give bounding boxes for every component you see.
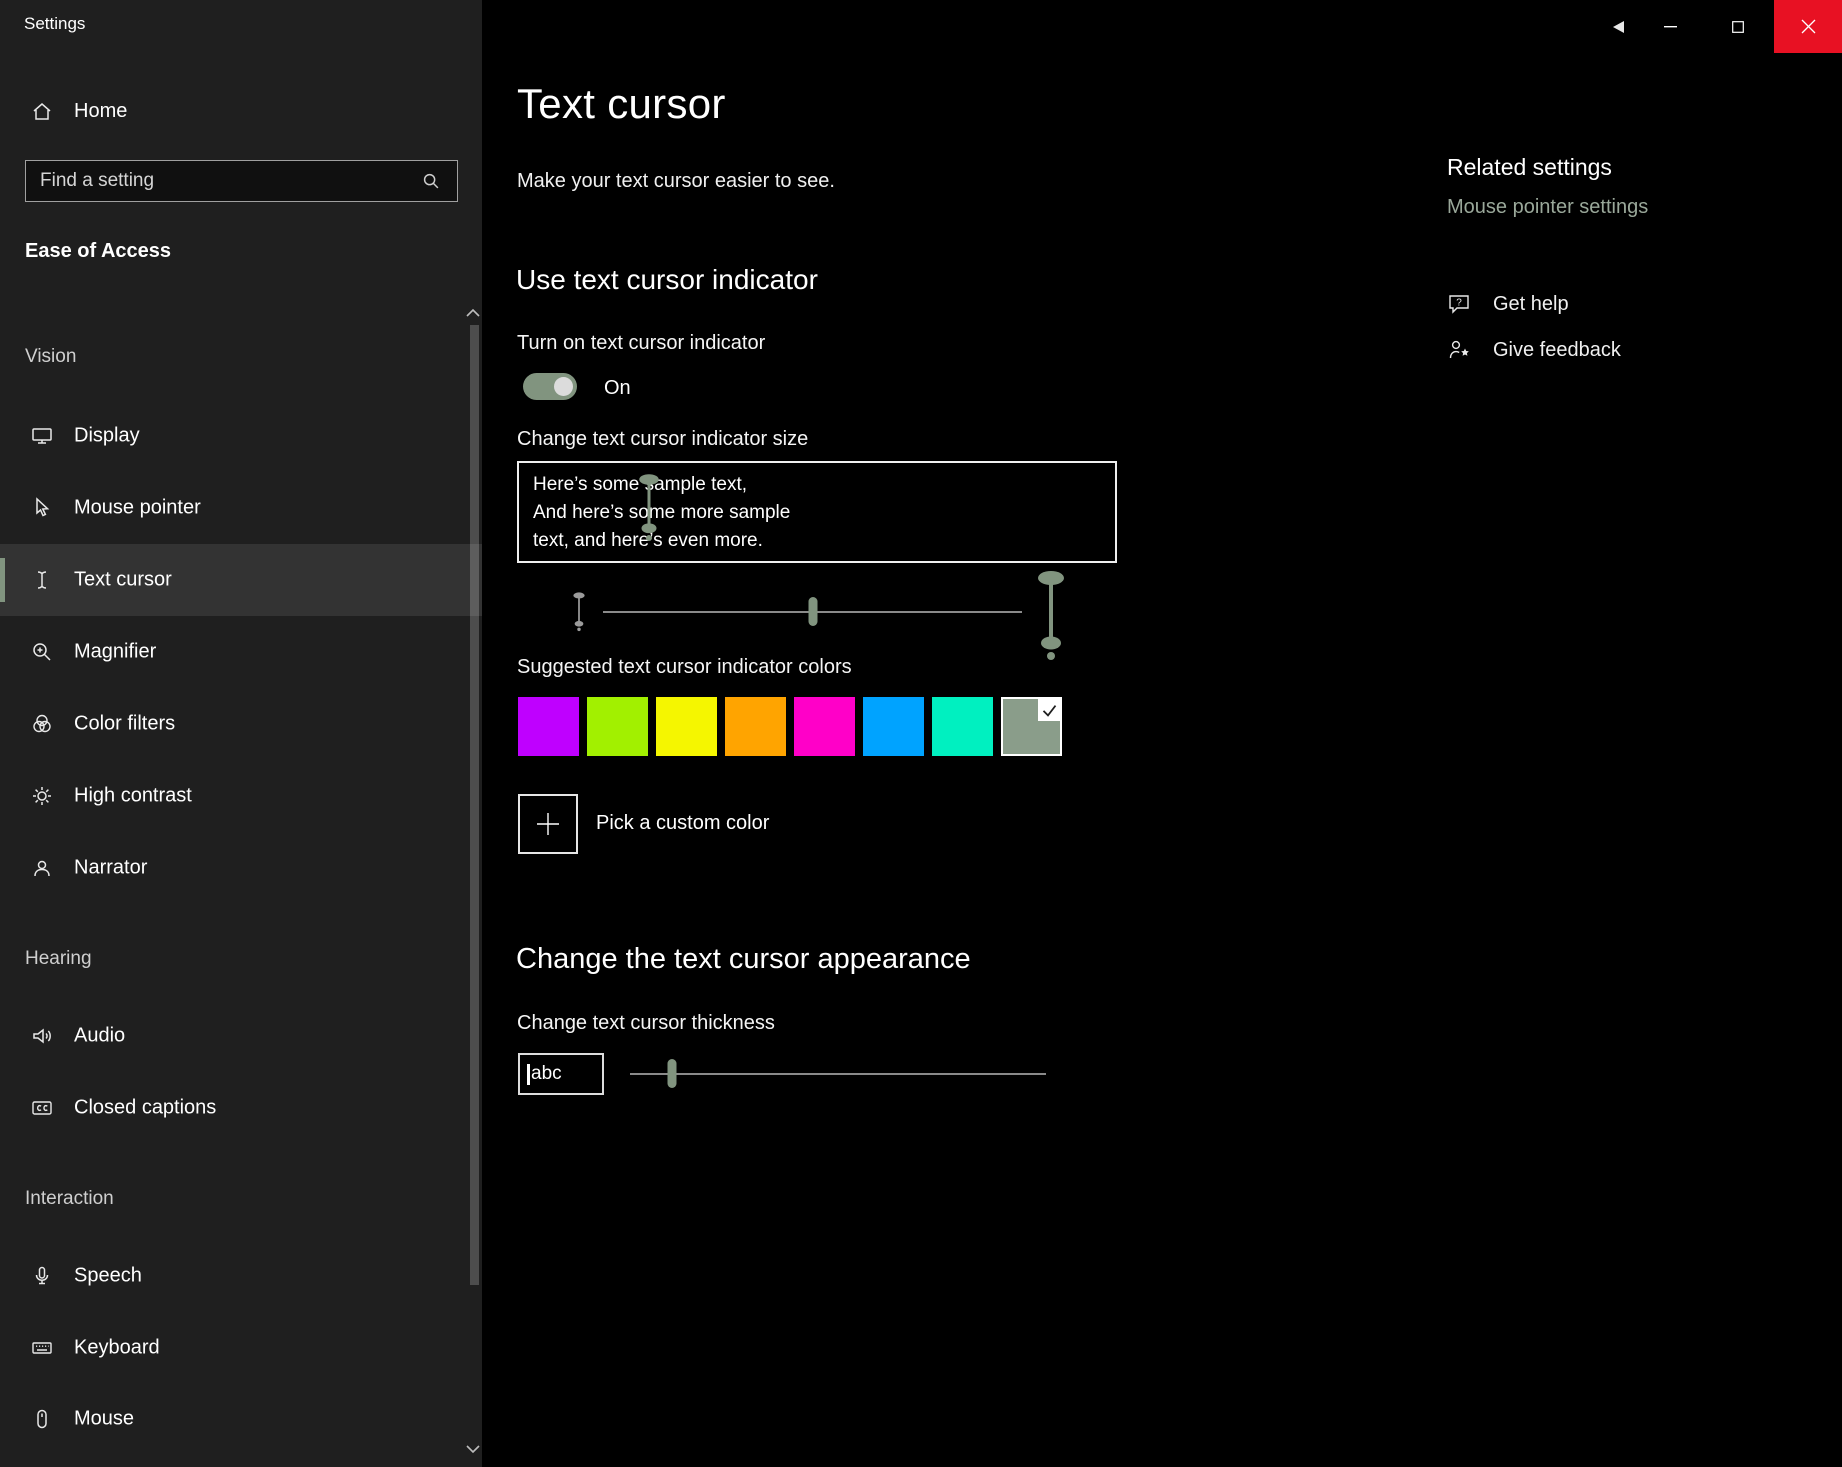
page-title: Text cursor — [517, 80, 726, 127]
pick-custom-color-label: Pick a custom color — [596, 812, 770, 834]
sidebar-item-text-cursor[interactable]: Text cursor — [0, 544, 482, 616]
back-arrow-icon[interactable] — [1594, 0, 1642, 53]
thickness-label: Change text cursor thickness — [517, 1012, 775, 1034]
pick-custom-color-button[interactable] — [518, 794, 578, 854]
thickness-slider[interactable] — [630, 1058, 1046, 1090]
display-icon — [30, 424, 54, 448]
mouse-pointer-icon — [30, 496, 54, 520]
sidebar-item-label: Color filters — [74, 712, 176, 735]
slider-thumb[interactable] — [667, 1059, 677, 1088]
sample-text-preview: Here’s some sample text, And here’s some… — [517, 461, 1117, 563]
closed-captions-icon — [30, 1096, 54, 1120]
sidebar-item-label: Narrator — [74, 856, 148, 879]
sidebar-item-speech[interactable]: Speech — [0, 1240, 482, 1312]
home-icon — [30, 100, 54, 124]
suggested-colors-label: Suggested text cursor indicator colors — [517, 656, 852, 678]
give-feedback-link[interactable]: Give feedback — [1447, 336, 1621, 364]
sidebar-item-closed-captions[interactable]: Closed captions — [0, 1072, 482, 1144]
search-icon[interactable] — [420, 170, 442, 192]
sidebar-item-keyboard[interactable]: Keyboard — [0, 1312, 482, 1384]
maximize-button[interactable] — [1714, 0, 1762, 53]
sidebar-item-label: Text cursor — [74, 568, 172, 591]
sample-line-3: text, and here’s even more. — [533, 530, 763, 551]
size-label: Change text cursor indicator size — [517, 428, 809, 450]
search-input[interactable] — [25, 160, 458, 202]
thickness-preview: abc — [518, 1053, 604, 1095]
color-swatch-yellow[interactable] — [656, 697, 717, 756]
slider-thumb[interactable] — [808, 597, 817, 626]
sidebar: Settings Home Ease of Access Vision Disp… — [0, 0, 482, 1467]
sidebar-item-narrator[interactable]: Narrator — [0, 832, 482, 904]
sidebar-item-label: Keyboard — [74, 1336, 160, 1359]
sidebar-item-magnifier[interactable]: Magnifier — [0, 616, 482, 688]
slider-track[interactable] — [630, 1073, 1046, 1075]
sidebar-item-audio[interactable]: Audio — [0, 1000, 482, 1072]
selected-indicator — [0, 558, 5, 602]
toggle-state-label: On — [604, 377, 631, 399]
sample-line-2: And here’s some more sample — [533, 502, 791, 523]
get-help-label: Get help — [1493, 292, 1569, 315]
color-swatch-purple[interactable] — [518, 697, 579, 756]
indicator-size-slider[interactable] — [603, 596, 1022, 628]
get-help-link[interactable]: ? Get help — [1447, 290, 1569, 318]
sidebar-item-mouse-pointer[interactable]: Mouse pointer — [0, 472, 482, 544]
minimize-button[interactable] — [1646, 0, 1694, 53]
sidebar-item-label: Audio — [74, 1024, 126, 1047]
mouse-pointer-settings-link[interactable]: Mouse pointer settings — [1447, 196, 1648, 219]
app-title: Settings — [24, 14, 86, 33]
sidebar-section-title: Ease of Access — [25, 240, 172, 262]
keyboard-icon — [30, 1336, 54, 1360]
high-contrast-icon — [30, 784, 54, 808]
sidebar-item-home[interactable]: Home — [0, 90, 482, 134]
page-subtitle: Make your text cursor easier to see. — [517, 170, 835, 192]
close-button[interactable] — [1774, 0, 1842, 53]
sidebar-item-label: Home — [74, 100, 128, 122]
sidebar-group-interaction: Interaction — [25, 1188, 114, 1209]
get-help-icon: ? — [1447, 291, 1473, 317]
sidebar-item-label: Closed captions — [74, 1096, 217, 1119]
appearance-section-heading: Change the text cursor appearance — [516, 943, 971, 975]
color-swatch-magenta[interactable] — [794, 697, 855, 756]
svg-text:?: ? — [1456, 298, 1462, 309]
sidebar-item-high-contrast[interactable]: High contrast — [0, 760, 482, 832]
magnifier-icon — [30, 640, 54, 664]
color-swatch-row — [518, 697, 1070, 756]
give-feedback-label: Give feedback — [1493, 338, 1621, 361]
narrator-icon — [30, 856, 54, 880]
color-swatch-sage-selected[interactable] — [1001, 697, 1062, 756]
sidebar-item-label: Mouse pointer — [74, 496, 201, 519]
sidebar-item-label: High contrast — [74, 784, 192, 807]
sidebar-item-label: Magnifier — [74, 640, 157, 663]
sidebar-item-display[interactable]: Display — [0, 400, 482, 472]
sidebar-item-mouse[interactable]: Mouse — [0, 1383, 482, 1455]
sidebar-group-vision: Vision — [25, 346, 77, 367]
text-cursor-icon — [30, 568, 54, 592]
sample-line-1: Here’s some sample text, — [533, 474, 748, 495]
scroll-up-icon[interactable] — [462, 306, 484, 320]
color-filters-icon — [30, 712, 54, 736]
give-feedback-icon — [1447, 337, 1473, 363]
color-swatch-blue[interactable] — [863, 697, 924, 756]
toggle-label: Turn on text cursor indicator — [517, 332, 766, 354]
toggle-knob — [554, 377, 573, 396]
sidebar-item-label: Display — [74, 424, 140, 447]
color-swatch-lime[interactable] — [587, 697, 648, 756]
checkmark-icon — [1038, 699, 1060, 721]
indicator-section-heading: Use text cursor indicator — [516, 264, 818, 295]
speech-icon — [30, 1264, 54, 1288]
related-settings-heading: Related settings — [1447, 154, 1612, 180]
thickness-preview-text: abc — [531, 1063, 562, 1084]
color-swatch-turquoise[interactable] — [932, 697, 993, 756]
small-cursor-size-icon — [572, 592, 586, 632]
mouse-icon — [30, 1407, 54, 1431]
text-cursor-indicator-toggle[interactable] — [523, 373, 577, 400]
large-cursor-size-icon — [1030, 570, 1072, 662]
sidebar-item-label: Speech — [74, 1264, 142, 1287]
text-cursor-indicator-preview — [637, 465, 661, 551]
color-swatch-orange[interactable] — [725, 697, 786, 756]
sidebar-item-color-filters[interactable]: Color filters — [0, 688, 482, 760]
sidebar-item-label: Mouse — [74, 1407, 135, 1430]
audio-icon — [30, 1024, 54, 1048]
sidebar-group-hearing: Hearing — [25, 948, 92, 969]
